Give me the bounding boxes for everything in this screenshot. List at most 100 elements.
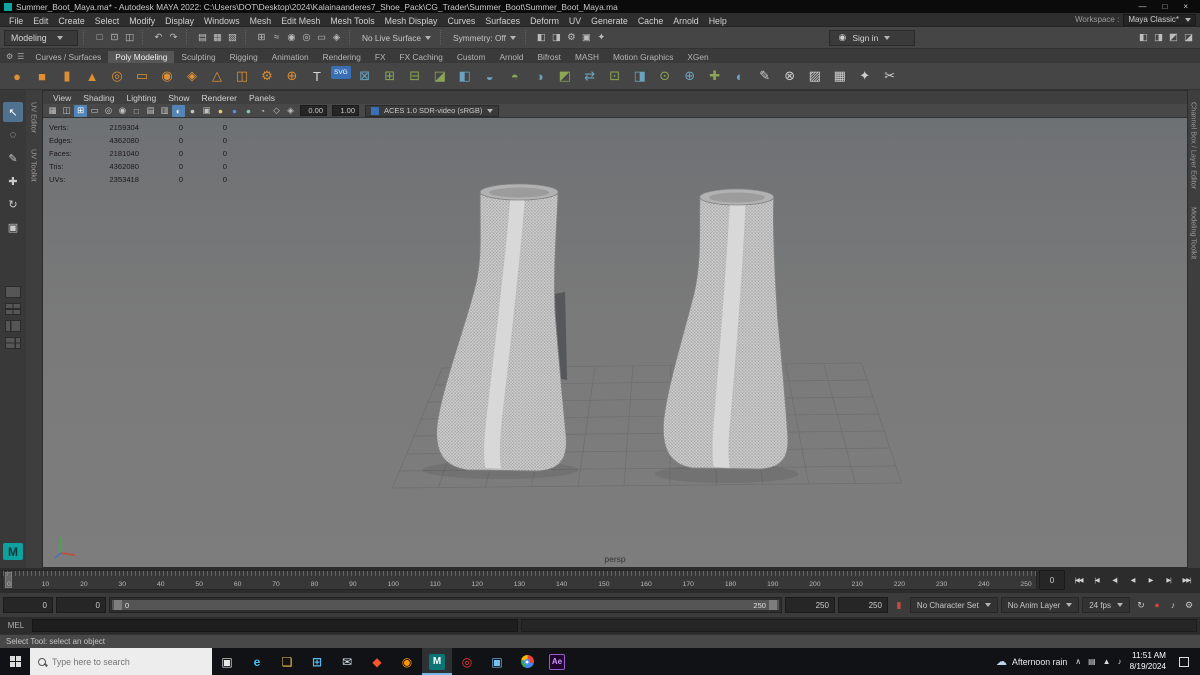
shelf-icon[interactable]: ◉ xyxy=(156,66,178,87)
shelf-icon[interactable]: ⇄ xyxy=(579,66,601,87)
viewport-toggle-icon[interactable]: □ xyxy=(130,105,143,117)
playback-button[interactable]: |◀◀ xyxy=(1070,570,1087,590)
viewport-menu-item[interactable]: Panels xyxy=(243,93,281,103)
menu-item[interactable]: Generate xyxy=(586,16,633,26)
viewport-toggle-icon[interactable]: ◈ xyxy=(284,105,297,117)
viewport-menu-item[interactable]: Lighting xyxy=(120,93,162,103)
timeline-strip[interactable]: 0 10 20 30 40 50 60 70 80 90 100 110 120 130 140 150 160… xyxy=(2,570,1037,590)
quick-layout-button[interactable] xyxy=(5,337,21,349)
exposure-field[interactable]: 0.00 xyxy=(300,105,327,116)
viewport-toggle-icon[interactable]: ▭ xyxy=(88,105,101,117)
shelf-icon[interactable]: ⊟ xyxy=(404,66,426,87)
viewport-toggle-icon[interactable]: ▥ xyxy=(158,105,171,117)
shelf-icon[interactable]: ⊠ xyxy=(354,66,376,87)
toolbar-icon[interactable]: ⊞ xyxy=(254,30,269,46)
shelf-tab[interactable]: FX Caching xyxy=(393,51,450,63)
menu-item[interactable]: Display xyxy=(160,16,199,26)
tray-icon[interactable]: ∧ xyxy=(1075,657,1081,666)
quick-layout-button[interactable] xyxy=(5,320,21,332)
action-center-button[interactable] xyxy=(1174,656,1194,667)
shelf-gear-icon[interactable]: ⚙ xyxy=(6,52,13,61)
taskbar-app-button[interactable]: Ae xyxy=(542,648,572,675)
panel-layout-icon[interactable]: ◧ xyxy=(1136,30,1151,46)
shelf-icon[interactable]: ▭ xyxy=(131,66,153,87)
playback-button[interactable]: ▶▶| xyxy=(1178,570,1195,590)
symmetry-dropdown[interactable]: Symmetry: Off xyxy=(449,33,520,43)
start-button[interactable] xyxy=(0,648,30,675)
panel-layout-icon[interactable]: ◪ xyxy=(1181,30,1196,46)
range-end-handle[interactable] xyxy=(768,600,777,610)
view-transform-dropdown[interactable]: ACES 1.0 SDR-video (sRGB) xyxy=(365,104,500,117)
taskbar-clock[interactable]: 11:51 AM 8/19/2024 xyxy=(1130,651,1166,672)
shelf-icon[interactable]: ▨ xyxy=(804,66,826,87)
shelf-icon[interactable]: SVG xyxy=(331,65,351,79)
live-surface-dropdown[interactable]: No Live Surface xyxy=(358,33,435,43)
shelf-icon[interactable]: ◐ xyxy=(729,66,751,87)
menu-item[interactable]: Curves xyxy=(442,16,480,26)
taskbar-app-button[interactable]: ✉ xyxy=(332,648,362,675)
gamma-field[interactable]: 1.00 xyxy=(332,105,359,116)
menu-item[interactable]: Cache xyxy=(633,16,668,26)
render-toolbar-icon[interactable]: ▣ xyxy=(579,30,594,46)
shelf-icon[interactable]: ◩ xyxy=(554,66,576,87)
playback-button[interactable]: |◀ xyxy=(1088,570,1105,590)
playback-button[interactable]: ▶ xyxy=(1142,570,1159,590)
menu-item[interactable]: Modify xyxy=(124,16,160,26)
menu-item[interactable]: Select xyxy=(90,16,124,26)
close-button[interactable]: × xyxy=(1183,0,1188,13)
shelf-icon[interactable]: ● xyxy=(6,66,28,87)
range-bar-icon[interactable]: ⚙ xyxy=(1181,597,1197,613)
taskbar-app-button[interactable] xyxy=(512,648,542,675)
toolbar-icon[interactable]: ≈ xyxy=(269,30,284,46)
shelf-icon[interactable]: ⊗ xyxy=(779,66,801,87)
shelf-icon[interactable]: ◑ xyxy=(529,66,551,87)
shelf-icon[interactable]: ◧ xyxy=(454,66,476,87)
taskbar-app-button[interactable]: ⊞ xyxy=(302,648,332,675)
viewport-toggle-icon[interactable]: ● xyxy=(242,105,255,117)
shelf-icon[interactable]: ◪ xyxy=(429,66,451,87)
range-start-handle[interactable] xyxy=(114,600,122,610)
viewport-toggle-icon[interactable]: ⊞ xyxy=(74,104,87,117)
viewport-toggle-icon[interactable]: ▤ xyxy=(144,105,157,117)
mel-input[interactable] xyxy=(32,619,518,632)
toolbar-icon[interactable]: ◫ xyxy=(122,30,137,46)
shelf-tab[interactable]: Rigging xyxy=(223,51,265,63)
range-slider[interactable]: 0 250 xyxy=(109,597,782,613)
shelf-icon[interactable]: ▲ xyxy=(81,66,103,87)
shelf-icon[interactable]: ◓ xyxy=(504,66,526,87)
shelf-icon[interactable]: ⊕ xyxy=(679,66,701,87)
range-bar-icon[interactable]: ↻ xyxy=(1133,597,1149,613)
viewport-toggle-icon[interactable]: ● xyxy=(214,105,227,117)
menu-item[interactable]: Windows xyxy=(199,16,245,26)
range-bar-icon[interactable]: ♪ xyxy=(1165,597,1181,613)
menu-item[interactable]: Create xyxy=(53,16,89,26)
quick-layout-button[interactable] xyxy=(5,286,21,298)
render-toolbar-icon[interactable]: ◧ xyxy=(534,30,549,46)
taskbar-app-button[interactable]: ◉ xyxy=(392,648,422,675)
menu-item[interactable]: UV xyxy=(564,16,586,26)
current-time-field[interactable]: 0 xyxy=(1039,570,1065,590)
docked-panel-tab[interactable]: Modeling Toolkit xyxy=(1190,207,1199,259)
fps-dropdown[interactable]: 24 fps xyxy=(1082,597,1130,613)
minimize-button[interactable]: — xyxy=(1138,0,1146,13)
range-bar-icon[interactable]: ● xyxy=(1149,597,1165,613)
toolbar-icon[interactable]: ◉ xyxy=(284,30,299,46)
viewport-toggle-icon[interactable]: ● xyxy=(228,105,241,117)
shelf-menu-icon[interactable]: ☰ xyxy=(17,52,24,61)
docked-panel-tab[interactable]: UV Toolkit xyxy=(30,149,39,182)
shelf-icon[interactable]: ✚ xyxy=(704,66,726,87)
toolbox-tool-button[interactable]: ◌ xyxy=(3,125,23,145)
shelf-icon[interactable]: ⊞ xyxy=(379,66,401,87)
toolbox-tool-button[interactable]: ↻ xyxy=(3,194,23,214)
toolbar-icon[interactable]: ◎ xyxy=(299,30,314,46)
panel-layout-icon[interactable]: ◨ xyxy=(1151,30,1166,46)
tray-icon[interactable]: ▲ xyxy=(1103,657,1111,666)
taskbar-app-button[interactable]: ◎ xyxy=(452,648,482,675)
toolbar-icon[interactable]: ↶ xyxy=(151,30,166,46)
taskbar-app-button[interactable]: M xyxy=(422,648,452,675)
shelf-tab[interactable]: Animation xyxy=(265,51,316,63)
shelf-tab[interactable]: FX xyxy=(368,51,393,63)
docked-panel-tab[interactable]: UV Editor xyxy=(30,102,39,133)
viewport-toggle-icon[interactable]: ◉ xyxy=(116,105,129,117)
shelf-icon[interactable]: ⚙ xyxy=(256,66,278,87)
